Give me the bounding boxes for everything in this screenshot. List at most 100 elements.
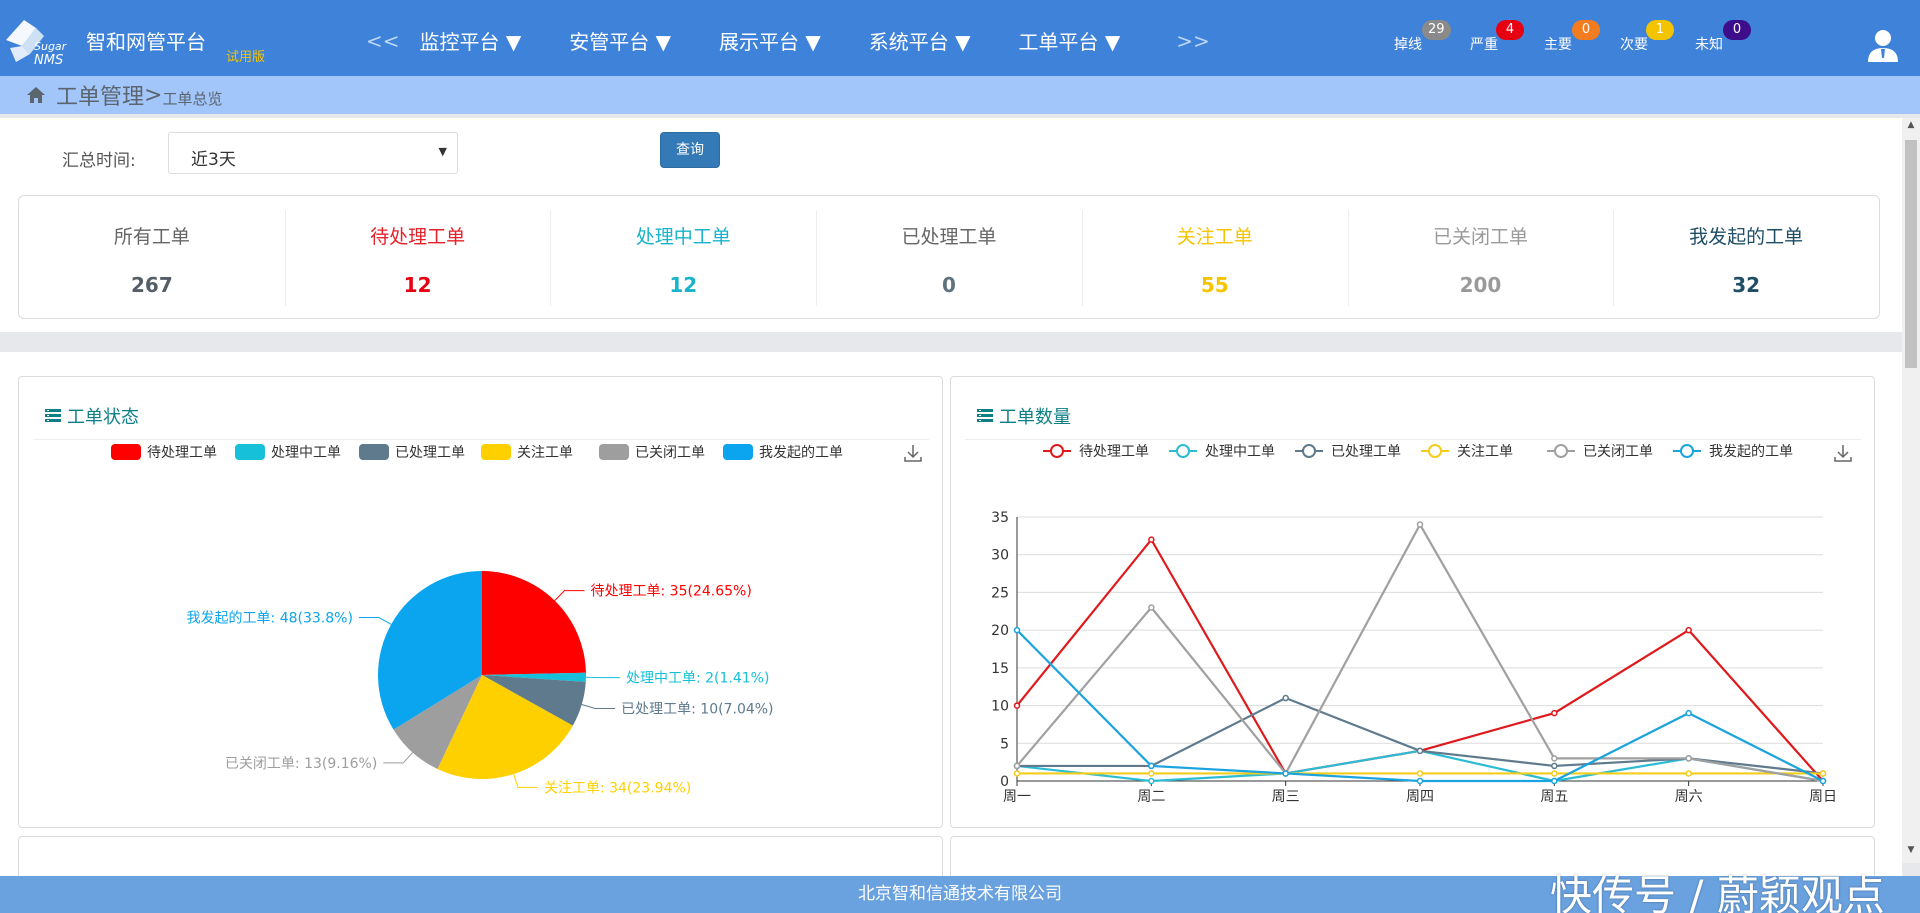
data-point[interactable]: [1551, 777, 1558, 785]
data-point[interactable]: [1416, 777, 1424, 785]
data-point[interactable]: [1551, 770, 1558, 777]
summary-time-select[interactable]: 近3天 ▼: [168, 132, 458, 174]
x-tick-label: 周四: [1406, 789, 1434, 805]
stat-item[interactable]: 关注工单 55: [1081, 196, 1348, 318]
nav-item-system[interactable]: 系统平台 ▼: [869, 26, 971, 55]
data-point[interactable]: [1013, 626, 1021, 634]
legend-marker: [1428, 444, 1442, 458]
data-point[interactable]: [1685, 626, 1692, 634]
logo-text-nms: NMS: [34, 53, 63, 68]
pie-data-label: 我发起的工单: 48(33.8%): [187, 611, 353, 627]
nav-item-security[interactable]: 安管平台 ▼: [569, 26, 671, 55]
user-icon[interactable]: [1866, 28, 1900, 64]
stat-value: 12: [669, 273, 698, 297]
series-line: [1016, 537, 1824, 782]
stat-item[interactable]: 已处理工单 0: [816, 196, 1082, 318]
data-point[interactable]: [1148, 777, 1155, 785]
data-point[interactable]: [1416, 770, 1424, 777]
scrollbar[interactable]: ▲ ▼: [1902, 118, 1920, 863]
legend-item[interactable]: 我发起的工单: [723, 444, 843, 461]
main-nav: << 监控平台 ▼ 安管平台 ▼ 展示平台 ▼ 系统平台 ▼ 工单平台 ▼ >>: [366, 26, 1210, 55]
scrollbar-thumb[interactable]: [1905, 140, 1917, 368]
legend-item[interactable]: 待处理工单: [1043, 444, 1149, 460]
data-point[interactable]: [1551, 762, 1558, 770]
stat-item[interactable]: 处理中工单 12: [550, 196, 816, 318]
legend-item[interactable]: 关注工单: [1421, 444, 1513, 460]
pie-label-line: [554, 590, 585, 602]
home-icon[interactable]: [26, 86, 46, 104]
data-point[interactable]: [1685, 709, 1692, 717]
stat-item[interactable]: 待处理工单 12: [284, 196, 551, 318]
y-tick-label: 5: [1000, 736, 1009, 752]
stats-panel: 所有工单 267 待处理工单 12 处理中工单 12 已处理工单 0 关注工单 55 已关闭工单 20…: [18, 195, 1880, 319]
data-point[interactable]: [1013, 702, 1021, 709]
breadcrumb-main[interactable]: 工单管理: [56, 79, 144, 111]
data-point[interactable]: [1013, 770, 1021, 777]
data-point[interactable]: [1013, 762, 1021, 770]
data-point[interactable]: [1819, 770, 1827, 777]
data-point[interactable]: [1282, 770, 1289, 777]
pie-slice[interactable]: [482, 571, 586, 675]
legend-item[interactable]: 已处理工单: [359, 444, 465, 461]
legend-item[interactable]: 待处理工单: [111, 444, 217, 461]
app-title: 智和网管平台: [86, 30, 206, 54]
nav-item-workorder[interactable]: 工单平台 ▼: [1019, 26, 1121, 55]
legend-item[interactable]: 已关闭工单: [599, 444, 705, 461]
legend-label: 已处理工单: [395, 445, 465, 461]
scroll-down-icon[interactable]: ▼: [1902, 845, 1920, 861]
nav-prev-button[interactable]: <<: [366, 29, 400, 53]
legend-marker: [1302, 444, 1316, 458]
pie-data-label: 处理中工单: 2(1.41%): [626, 671, 769, 687]
data-point[interactable]: [1819, 777, 1827, 785]
data-point[interactable]: [1148, 770, 1155, 777]
pie-label-line: [383, 752, 414, 764]
stat-item[interactable]: 所有工单 267: [19, 196, 285, 318]
alarm-label: 严重: [1470, 37, 1498, 53]
alarm-badge: 0: [1572, 20, 1600, 40]
alarm-summary: 掉线 29 严重 4 主要 0 次要 1 未知 0: [1390, 20, 1770, 60]
stat-item[interactable]: 已关闭工单 200: [1347, 196, 1614, 318]
alarm-badge: 1: [1646, 20, 1674, 40]
data-point[interactable]: [1416, 747, 1424, 755]
legend-label: 关注工单: [1457, 444, 1513, 460]
y-tick-label: 20: [991, 623, 1009, 639]
legend-label: 待处理工单: [1079, 444, 1149, 460]
x-tick-label: 周五: [1540, 789, 1568, 805]
data-point[interactable]: [1148, 536, 1155, 543]
count-line-chart: 待处理工单 处理中工单 已处理工单 关注工单 已关闭工单 我发起的工单 0 5 10 15 20 25…: [991, 444, 1852, 805]
x-tick-label: 周三: [1272, 789, 1300, 805]
legend-label: 处理中工单: [271, 445, 341, 461]
legend-item[interactable]: 已处理工单: [1295, 444, 1401, 460]
data-point[interactable]: [1282, 694, 1289, 702]
legend-swatch: [723, 444, 753, 460]
data-point[interactable]: [1148, 762, 1155, 770]
legend-item[interactable]: 处理中工单: [235, 444, 341, 461]
order-status-card: 工单状态 待处理工单 处理中工单 已处理工单 关注工单 已关闭工单 我发起的工单 待处理工单…: [18, 376, 943, 828]
legend-item[interactable]: 处理中工单: [1169, 444, 1275, 460]
scroll-up-icon[interactable]: ▲: [1902, 120, 1920, 136]
stat-label: 我发起的工单: [1689, 226, 1804, 248]
download-icon[interactable]: [904, 445, 922, 462]
legend-marker: [1680, 444, 1694, 458]
summary-time-value: 近3天: [191, 150, 236, 170]
data-point[interactable]: [1685, 770, 1692, 777]
data-point[interactable]: [1551, 755, 1558, 762]
legend-item[interactable]: 已关闭工单: [1547, 444, 1653, 460]
alarm-label: 次要: [1620, 37, 1648, 53]
data-point[interactable]: [1685, 755, 1692, 762]
y-tick-label: 10: [991, 699, 1009, 715]
legend-item[interactable]: 关注工单: [481, 444, 573, 461]
data-point[interactable]: [1148, 604, 1155, 611]
data-point[interactable]: [1551, 709, 1558, 717]
nav-item-monitor[interactable]: 监控平台 ▼: [420, 26, 522, 55]
legend-swatch: [111, 444, 141, 460]
legend-item[interactable]: 我发起的工单: [1673, 444, 1793, 460]
query-button[interactable]: 查询: [660, 132, 720, 168]
data-point[interactable]: [1416, 521, 1424, 528]
nav-item-display[interactable]: 展示平台 ▼: [719, 26, 821, 55]
legend-swatch: [599, 444, 629, 460]
sugarnms-logo[interactable]: Sugar NMS: [4, 14, 78, 70]
nav-next-button[interactable]: >>: [1176, 29, 1210, 53]
stat-item[interactable]: 我发起的工单 32: [1613, 196, 1879, 318]
download-icon[interactable]: [1834, 445, 1852, 462]
